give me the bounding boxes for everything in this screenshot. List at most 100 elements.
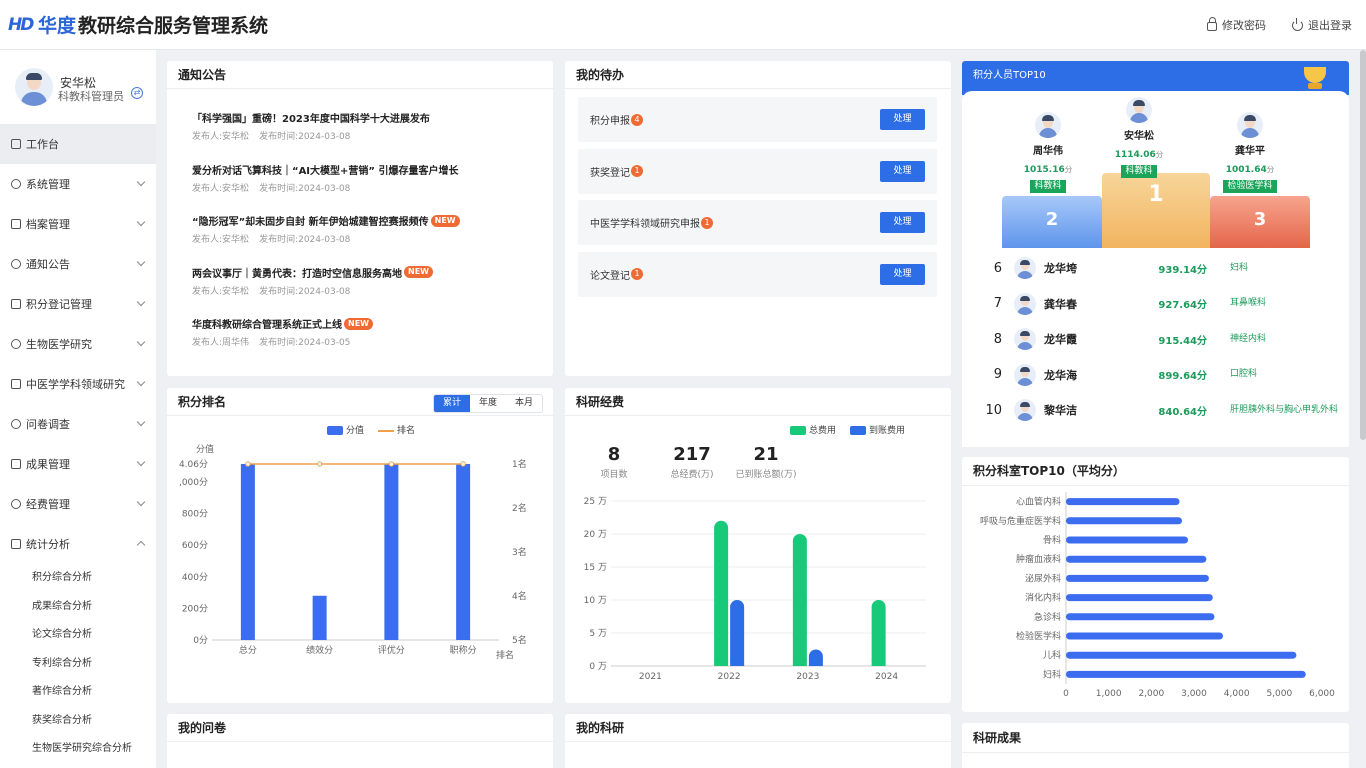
notice-item[interactable]: “隐形冠军”却未固步自封 新年伊始城建智控赛报频传 NEW 发布人:安华松 发布时间:…: [192, 201, 539, 253]
submenu-item-4[interactable]: 著作综合分析: [0, 678, 156, 707]
sidebar-item-4[interactable]: 积分登记管理: [0, 284, 156, 324]
sidebar-item-9[interactable]: 经费管理: [0, 484, 156, 524]
switch-role-icon[interactable]: ⇄: [131, 87, 143, 99]
chevron-down-icon: [136, 497, 146, 507]
dept-bar[interactable]: [1066, 632, 1224, 640]
sidebar-item-7[interactable]: 问卷调查: [0, 404, 156, 444]
y-tick-label: 800分: [182, 509, 208, 520]
notice-item-title: 两会议事厅｜黄勇代表：打造时空信息服务高地 NEW: [192, 265, 539, 280]
tab-yearly[interactable]: 年度: [470, 395, 506, 412]
dept-bar[interactable]: [1066, 613, 1215, 621]
process-button[interactable]: 处理: [880, 212, 925, 233]
dept-bar[interactable]: [1066, 574, 1209, 582]
podium-person-2[interactable]: 周华伟 1015.16分 科教科: [1003, 112, 1093, 193]
podium-score-value: 1114.06: [1114, 150, 1156, 160]
rank-row[interactable]: 10 黎华洁 840.64分 肝胆胰外科与胸心甲乳外科: [962, 395, 1349, 425]
logout-link[interactable]: 退出登录: [1292, 17, 1352, 33]
rank-score: 939.14分: [1158, 264, 1207, 276]
app-logo[interactable]: HD 华度 教研综合服务管理系统: [8, 11, 268, 38]
rank-row[interactable]: 8 龙华霞 915.44分 神经内科: [962, 324, 1349, 354]
dept-bar[interactable]: [1066, 670, 1306, 678]
total-bar[interactable]: [714, 520, 729, 666]
rank-number: 6: [993, 260, 1002, 276]
period-tabs: 累计 年度 本月: [433, 394, 543, 413]
change-password-link[interactable]: 修改密码: [1207, 17, 1266, 33]
app-title-brand: 华度: [38, 15, 77, 37]
notice-item-title: 华度科教研综合管理系统正式上线 NEW: [192, 316, 539, 331]
dept-bar[interactable]: [1066, 651, 1297, 659]
y-tick-label: 600分: [182, 540, 208, 551]
dept-bar[interactable]: [1066, 498, 1180, 506]
notice-item[interactable]: 两会议事厅｜黄勇代表：打造时空信息服务高地 NEW 发布人:安华松 发布时间:2024…: [192, 253, 539, 305]
sidebar-item-5[interactable]: 生物医学研究: [0, 324, 156, 364]
sidebar-item-label: 中医学学科领域研究: [26, 378, 125, 391]
podium-person-1[interactable]: 安华松 1114.06分 科教科: [1094, 97, 1184, 178]
sidebar-item-label: 生物医学研究: [26, 338, 92, 351]
rank-score: 927.64分: [1158, 300, 1207, 311]
submenu-item-1[interactable]: 成果综合分析: [0, 593, 156, 622]
dept-top10-card: 积分科室TOP10（平均分） 0 1,000 2,000 3,000 4,000 5,00…: [962, 457, 1349, 712]
podium-score: 1001.64分: [1205, 164, 1295, 175]
top10-body: 2 1 3 周华伟 1015.16分 科教科 安华松 1114.06分 科教科 龚华平 1001.6…: [962, 67, 1349, 447]
dept-bar[interactable]: [1066, 594, 1213, 602]
y-right-tick-label: 3名: [512, 546, 527, 558]
sidebar-item-10[interactable]: 统计分析: [0, 524, 156, 564]
score-bar[interactable]: [312, 595, 327, 640]
rank-row[interactable]: 7 龚华春 927.64分 耳鼻喉科: [962, 289, 1349, 319]
arrived-bar[interactable]: [730, 600, 745, 666]
rank-point[interactable]: [388, 461, 395, 467]
tab-monthly[interactable]: 本月: [506, 395, 542, 412]
sidebar-item-1[interactable]: 系统管理: [0, 164, 156, 204]
podium-dept: 检验医学科: [1223, 180, 1277, 193]
submenu-item-2[interactable]: 论文综合分析: [0, 621, 156, 650]
dept-bar[interactable]: [1066, 555, 1207, 563]
date-value: 2024-03-05: [298, 338, 351, 348]
podium-name: 安华松: [1124, 131, 1154, 142]
submenu-item-0[interactable]: 积分综合分析: [0, 564, 156, 593]
tab-cumulative[interactable]: 累计: [434, 395, 470, 412]
total-bar[interactable]: [792, 534, 807, 666]
rank-row[interactable]: 9 龙华海 899.64分 口腔科: [962, 360, 1349, 390]
x-tick-label: 绩效分: [306, 644, 333, 656]
rank-row[interactable]: 6 龙华垮 939.14分 妇科: [962, 253, 1349, 283]
y-tick-label: 15 万: [584, 563, 607, 573]
sidebar-item-8[interactable]: 成果管理: [0, 444, 156, 484]
score-bar[interactable]: [384, 464, 399, 640]
date-value: 2024-03-08: [298, 286, 351, 297]
process-button[interactable]: 处理: [880, 160, 925, 182]
sidebar-item-6[interactable]: 中医学学科领域研究: [0, 364, 156, 404]
rank-point[interactable]: [245, 461, 251, 467]
notice-title-text: 爱分析对话飞算科技｜“AI大模型+营销” 引爆存量客户增长: [192, 165, 459, 177]
process-button[interactable]: 处理: [880, 263, 925, 285]
process-button[interactable]: 处理: [880, 109, 925, 130]
rank-point[interactable]: [460, 461, 466, 467]
submenu-item-6[interactable]: 生物医学研究综合分析: [0, 735, 156, 764]
score-bar[interactable]: [456, 464, 471, 640]
sidebar-item-label: 经费管理: [26, 498, 70, 511]
sidebar-item-3[interactable]: 通知公告: [0, 244, 156, 284]
x-tick-label: 2021: [639, 672, 662, 682]
dept-bar[interactable]: [1066, 517, 1183, 525]
notice-item[interactable]: 「科学强国」重磅！2023年度中国科学十大进展发布 发布人:安华松 发布时间:202…: [192, 98, 539, 150]
fund-stat: 21 已到账总额(万): [731, 444, 801, 480]
notice-item[interactable]: 华度科教研综合管理系统正式上线 NEW 发布人:周华伟 发布时间:2024-03-05: [192, 304, 539, 356]
total-bar[interactable]: [871, 600, 886, 666]
dept-bar[interactable]: [1066, 536, 1189, 544]
power-icon: [1292, 17, 1303, 31]
submenu-item-5[interactable]: 获奖综合分析: [0, 707, 156, 736]
y-tick-label: 妇科: [1043, 668, 1061, 680]
author-name: 安华松: [222, 132, 250, 142]
podium-person-3[interactable]: 龚华平 1001.64分 检验医学科: [1205, 112, 1295, 193]
page-scrollbar[interactable]: [1360, 50, 1366, 440]
notice-item[interactable]: 爱分析对话飞算科技｜“AI大模型+营销” 引爆存量客户增长 发布人:安华松 发布时间…: [192, 150, 539, 202]
submenu-item-3[interactable]: 专利综合分析: [0, 650, 156, 679]
rank-point[interactable]: [316, 461, 323, 467]
sidebar-item-2[interactable]: 档案管理: [0, 204, 156, 244]
arrived-bar-base: [730, 659, 745, 666]
dept-top10-title: 积分科室TOP10（平均分）: [962, 457, 1349, 486]
x-tick-label: 2022: [718, 672, 741, 682]
sidebar-item-0[interactable]: 工作台: [0, 124, 156, 164]
notice-author: 发布人:周华伟: [192, 338, 249, 348]
rank-number: 8: [993, 331, 1002, 347]
score-bar[interactable]: [240, 464, 255, 640]
